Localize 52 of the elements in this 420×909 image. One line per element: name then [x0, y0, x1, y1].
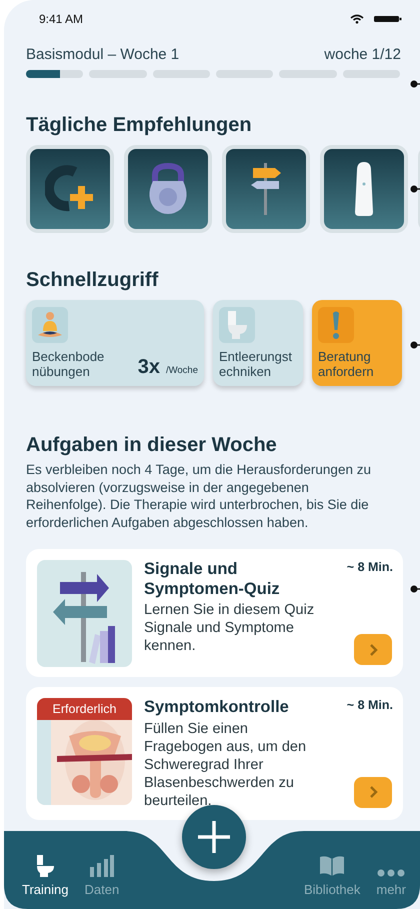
task-duration: ~ 8 Min. — [346, 698, 393, 712]
task-description: Füllen Sie einen Fragebogen aus, um den Schweregrad Ihrer Blasenbeschwerden zu beurteilen. — [144, 720, 308, 810]
toilet-icon — [35, 855, 56, 877]
section-heading: Schnellzugriff — [26, 269, 160, 292]
wifi-icon — [350, 14, 364, 24]
required-badge: Erforderlich — [37, 698, 132, 720]
meditating-figure-icon — [37, 311, 63, 339]
book-icon — [319, 855, 346, 877]
device-icon — [353, 162, 375, 216]
section-heading: Tägliche Empfehlungen — [26, 114, 253, 137]
task-card[interactable]: Signale und Symptomen-Quiz ~ 8 Min. Lernen Sie in diesem Quiz Signale und Symptome kennen. — [26, 549, 403, 677]
open-task-button[interactable] — [354, 634, 392, 665]
exclamation-icon — [331, 310, 341, 340]
task-description: Lernen Sie in diesem Quiz Signale und Symptome kennen. — [144, 601, 316, 655]
progress-segment — [26, 70, 84, 78]
bar-chart-icon — [90, 855, 114, 877]
quick-access-label: Beratung anfordern — [318, 349, 375, 379]
add-button[interactable] — [182, 805, 246, 869]
quick-access-label: Entleerungst echniken — [219, 349, 293, 379]
week-counter: woche 1/12 — [324, 46, 401, 63]
task-duration: ~ 8 Min. — [346, 560, 393, 574]
status-time: 9:41 AM — [39, 12, 84, 26]
toilet-icon — [226, 310, 248, 340]
recommendation-tile[interactable] — [124, 145, 212, 233]
tasks-intro: Es verbleiben noch 4 Tage, um die Herausforderungen zu absolvieren (vorzugsweise in der angegebenen Reihenfolge). Die Therapie wird unterbrochen, bis Sie die erforderlichen Aufgaben abgeschlossen haben. — [26, 461, 372, 531]
plus-logo-icon — [45, 164, 95, 214]
recommendation-tile[interactable] — [320, 145, 408, 233]
battery-icon — [374, 15, 402, 23]
chevron-right-icon — [368, 642, 378, 656]
quick-access-label: Beckenbode nübungen — [32, 349, 106, 379]
plus-icon — [197, 820, 231, 854]
annotation-marker-icon — [410, 80, 420, 88]
section-heading: Aufgaben in dieser Woche — [26, 434, 278, 457]
signpost-icon — [249, 163, 283, 215]
tab-item[interactable]: Training — [18, 849, 72, 897]
frequency-count: 3x — [138, 356, 160, 379]
task-card[interactable]: Erforderlich Symptomkontrolle ~ 8 Min. Füllen Sie einen Fragebogen aus, um den Schweregrad Ihrer Blasenbeschwerden zu beurteilen. — [26, 687, 403, 820]
recommendation-tile[interactable] — [26, 145, 114, 233]
annotation-marker-icon — [410, 185, 420, 193]
recommendation-tile[interactable] — [222, 145, 310, 233]
quick-access-card[interactable]: Beratung anfordern — [312, 300, 402, 386]
quick-access-card[interactable]: Beckenbode nübungen 3x /Woche — [26, 300, 204, 386]
task-title: Symptomkontrolle — [144, 698, 290, 718]
module-title: Basismodul – Woche 1 — [26, 46, 180, 63]
more-icon — [377, 869, 406, 877]
annotation-marker-icon — [410, 585, 420, 593]
quick-access-card[interactable]: Entleerungst echniken — [213, 300, 303, 386]
frequency-unit: /Woche — [166, 365, 198, 376]
open-task-button[interactable] — [354, 776, 392, 808]
chevron-right-icon — [368, 785, 378, 799]
task-title: Signale und Symptomen-Quiz — [144, 560, 281, 599]
annotation-marker-icon — [410, 341, 420, 349]
